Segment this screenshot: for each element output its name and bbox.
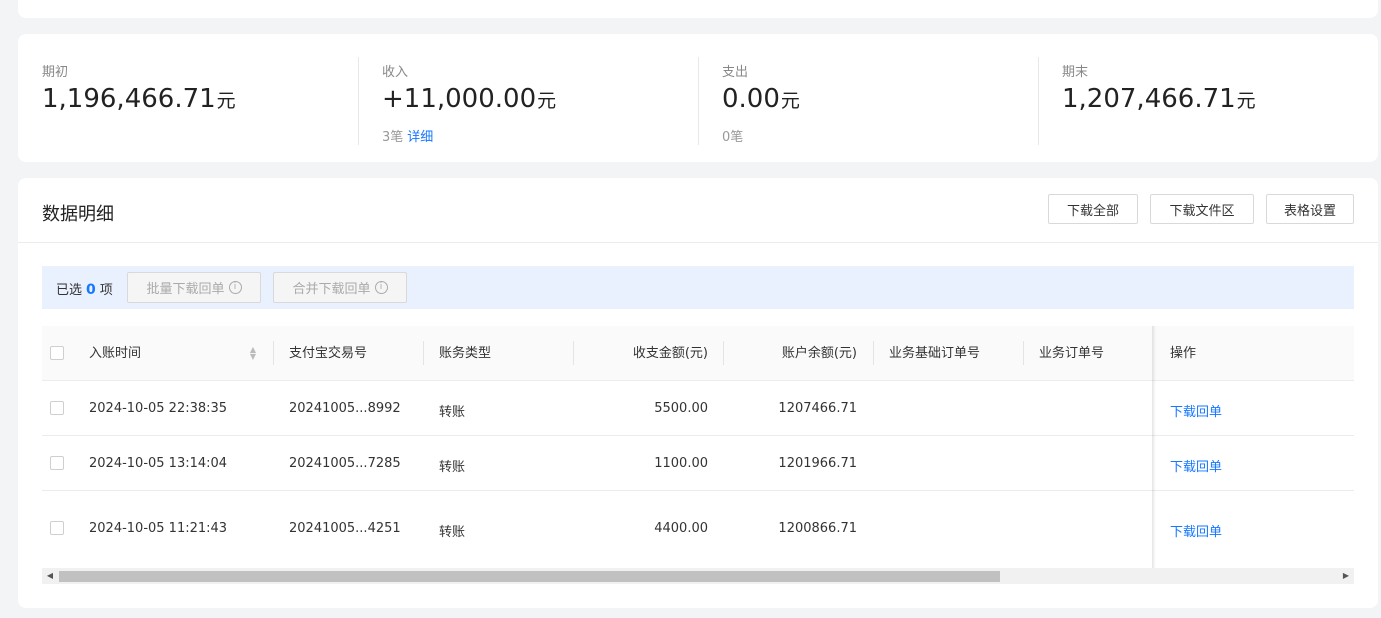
col-base-order: 业务基础订单号 — [889, 346, 981, 361]
row-trade-no: 20241005...4251 — [289, 521, 401, 536]
transactions-table: 入账时间 ▲ ▼ 支付宝交易号 账务类型 收支金额(元) 账户余额(元) 业务基础… — [42, 326, 1354, 584]
row-action: 下载回单 — [1170, 401, 1222, 420]
summary-expense: 支出 0.00元 0笔 — [698, 34, 1038, 162]
col-amount: 收支金额(元) — [632, 346, 708, 361]
opening-amount-value: 1,196,466.71 — [42, 84, 216, 114]
row-time: 2024-10-05 22:38:35 — [89, 401, 228, 416]
row-type: 转账 — [439, 460, 466, 475]
table-row: 2024-10-05 22:38:35 20241005...8992 转账 5… — [42, 381, 1354, 436]
col-type: 账务类型 — [439, 346, 492, 361]
table-header: 入账时间 ▲ ▼ 支付宝交易号 账务类型 收支金额(元) 账户余额(元) 业务基础… — [42, 326, 1354, 381]
row-type: 转账 — [439, 525, 466, 540]
download-receipt-link[interactable]: 下载回单 — [1170, 525, 1222, 540]
header-divider — [18, 242, 1378, 243]
closing-label: 期末 — [1062, 65, 1089, 80]
opening-label: 期初 — [42, 65, 69, 80]
row-action: 下载回单 — [1170, 521, 1222, 540]
column-separator — [423, 341, 424, 365]
opening-amount: 1,196,466.71元 — [42, 84, 236, 114]
column-separator — [873, 341, 874, 365]
selection-bar: 已选 0 项 批量下载回单 i 合并下载回单 i — [42, 266, 1354, 309]
col-action: 操作 — [1170, 346, 1197, 361]
batch-download-label: 批量下载回单 — [146, 282, 225, 297]
col-order: 业务订单号 — [1039, 346, 1105, 361]
col-balance: 账户余额(元) — [781, 346, 857, 361]
row-balance: 1200866.71 — [778, 521, 857, 536]
table-row: 2024-10-05 11:21:43 20241005...4251 转账 4… — [42, 491, 1354, 568]
selection-suffix: 项 — [99, 283, 113, 298]
select-all-checkbox[interactable] — [50, 346, 64, 360]
chevron-left-icon[interactable]: ◀ — [42, 568, 58, 584]
col-time[interactable]: 入账时间 — [89, 326, 141, 381]
sort-icon[interactable]: ▲ ▼ — [248, 346, 258, 362]
expense-amount-unit: 元 — [780, 90, 800, 112]
scrollbar-thumb[interactable] — [59, 571, 1000, 582]
closing-amount: 1,207,466.71元 — [1062, 84, 1256, 114]
info-circle-icon: i — [374, 281, 388, 294]
table-settings-button[interactable]: 表格设置 — [1266, 194, 1354, 224]
row-balance: 1201966.71 — [778, 456, 857, 471]
income-amount-unit: 元 — [537, 90, 557, 112]
column-separator — [273, 341, 274, 365]
download-receipt-link[interactable]: 下载回单 — [1170, 405, 1222, 420]
summary-card: 期初 1,196,466.71元 收入 +11,000.00元 3笔 详细 支出 … — [18, 34, 1378, 162]
summary-income: 收入 +11,000.00元 3笔 详细 — [358, 34, 698, 162]
row-time: 2024-10-05 11:21:43 — [89, 521, 228, 536]
expense-count: 0笔 — [722, 130, 744, 145]
row-amount: 4400.00 — [654, 521, 708, 536]
download-files-button[interactable]: 下载文件区 — [1150, 194, 1254, 224]
row-checkbox[interactable] — [50, 521, 64, 535]
row-balance: 1207466.71 — [778, 401, 857, 416]
opening-amount-unit: 元 — [216, 90, 236, 112]
closing-amount-unit: 元 — [1236, 90, 1256, 112]
column-separator — [1023, 341, 1024, 365]
expense-amount: 0.00元 — [722, 84, 800, 114]
summary-closing: 期末 1,207,466.71元 — [1038, 34, 1378, 162]
summary-opening: 期初 1,196,466.71元 — [18, 34, 358, 162]
income-detail-link[interactable]: 详细 — [407, 130, 433, 145]
selection-prefix: 已选 — [56, 283, 83, 298]
row-checkbox[interactable] — [50, 401, 64, 415]
col-trade-no: 支付宝交易号 — [289, 346, 368, 361]
table-row: 2024-10-05 13:14:04 20241005...7285 转账 1… — [42, 436, 1354, 491]
income-amount-value: +11,000.00 — [382, 84, 537, 114]
row-checkbox[interactable] — [50, 456, 64, 470]
expense-amount-value: 0.00 — [722, 84, 780, 114]
horizontal-scrollbar[interactable]: ◀ ▶ — [42, 568, 1354, 584]
income-amount: +11,000.00元 — [382, 84, 556, 114]
income-sub: 3笔 详细 — [382, 126, 433, 145]
closing-amount-value: 1,207,466.71 — [1062, 84, 1236, 114]
chevron-right-icon[interactable]: ▶ — [1338, 568, 1354, 584]
income-count: 3笔 — [382, 130, 404, 145]
download-receipt-link[interactable]: 下载回单 — [1170, 460, 1222, 475]
row-amount: 5500.00 — [654, 401, 708, 416]
info-circle-icon: i — [228, 281, 242, 294]
expense-label: 支出 — [722, 65, 749, 80]
download-all-button[interactable]: 下载全部 — [1048, 194, 1138, 224]
merge-download-label: 合并下载回单 — [292, 282, 371, 297]
row-time: 2024-10-05 13:14:04 — [89, 456, 228, 471]
row-type: 转账 — [439, 405, 466, 420]
row-trade-no: 20241005...8992 — [289, 401, 401, 416]
selection-text: 已选 0 项 — [56, 279, 113, 298]
selection-count: 0 — [86, 282, 96, 298]
detail-title: 数据明细 — [42, 204, 114, 225]
batch-download-button[interactable]: 批量下载回单 i — [127, 272, 261, 303]
fixed-column-shadow — [1152, 326, 1156, 568]
expense-sub: 0笔 — [722, 126, 743, 145]
top-card — [18, 0, 1378, 18]
row-action: 下载回单 — [1170, 456, 1222, 475]
row-amount: 1100.00 — [654, 456, 708, 471]
merge-download-button[interactable]: 合并下载回单 i — [273, 272, 407, 303]
row-trade-no: 20241005...7285 — [289, 456, 401, 471]
detail-card: 数据明细 下载全部 下载文件区 表格设置 已选 0 项 批量下载回单 i 合并下载回单… — [18, 178, 1378, 608]
income-label: 收入 — [382, 65, 409, 80]
